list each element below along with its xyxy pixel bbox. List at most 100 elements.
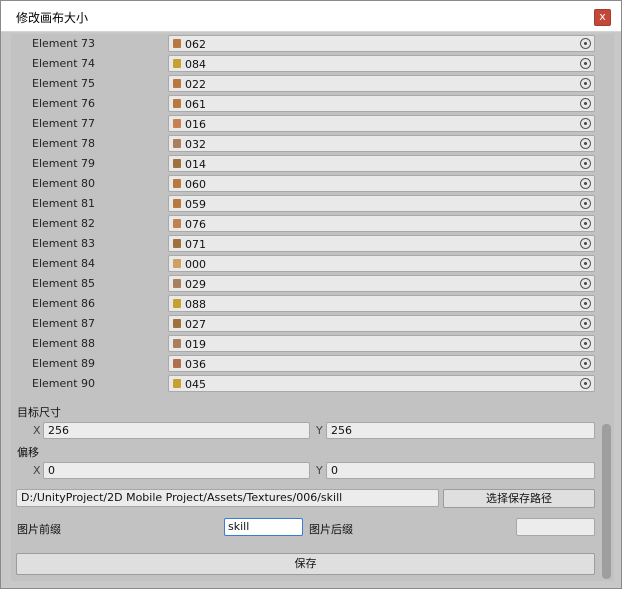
- element-value: 084: [185, 58, 206, 71]
- element-value: 032: [185, 138, 206, 151]
- element-label: Element 85: [32, 277, 96, 290]
- object-picker-icon[interactable]: [580, 98, 591, 109]
- element-value: 019: [185, 338, 206, 351]
- target-size-x-label: X: [33, 424, 41, 437]
- element-object-field[interactable]: 016: [168, 115, 595, 132]
- element-label: Element 89: [32, 357, 96, 370]
- element-row: Element 78 032: [11, 134, 601, 154]
- offset-x-field[interactable]: 0: [43, 462, 310, 479]
- element-row: Element 83 071: [11, 234, 601, 254]
- element-object-field[interactable]: 076: [168, 215, 595, 232]
- element-label: Element 82: [32, 217, 96, 230]
- object-picker-icon[interactable]: [580, 358, 591, 369]
- window-title: 修改画布大小: [16, 11, 89, 25]
- save-button[interactable]: 保存: [16, 553, 595, 575]
- element-row: Element 82 076: [11, 214, 601, 234]
- element-label: Element 78: [32, 137, 96, 150]
- target-size-x-field[interactable]: 256: [43, 422, 310, 439]
- element-value: 061: [185, 98, 206, 111]
- sprite-icon: [173, 239, 181, 248]
- element-object-field[interactable]: 036: [168, 355, 595, 372]
- element-object-field[interactable]: 045: [168, 375, 595, 392]
- element-row: Element 86 088: [11, 294, 601, 314]
- element-row: Element 77 016: [11, 114, 601, 134]
- save-path-field[interactable]: D:/UnityProject/2D Mobile Project/Assets…: [16, 489, 439, 507]
- object-picker-icon[interactable]: [580, 78, 591, 89]
- element-label: Element 86: [32, 297, 96, 310]
- element-label: Element 76: [32, 97, 96, 110]
- target-size-y-label: Y: [316, 424, 323, 437]
- object-picker-icon[interactable]: [580, 218, 591, 229]
- object-picker-icon[interactable]: [580, 138, 591, 149]
- element-object-field[interactable]: 060: [168, 175, 595, 192]
- element-row: Element 80 060: [11, 174, 601, 194]
- element-label: Element 73: [32, 37, 96, 50]
- element-label: Element 87: [32, 317, 96, 330]
- object-picker-icon[interactable]: [580, 118, 591, 129]
- element-object-field[interactable]: 027: [168, 315, 595, 332]
- close-button[interactable]: x: [594, 9, 611, 26]
- element-object-field[interactable]: 084: [168, 55, 595, 72]
- element-value: 059: [185, 198, 206, 211]
- element-label: Element 79: [32, 157, 96, 170]
- element-object-field[interactable]: 061: [168, 95, 595, 112]
- element-row: Element 87 027: [11, 314, 601, 334]
- element-value: 029: [185, 278, 206, 291]
- element-row: Element 76 061: [11, 94, 601, 114]
- sprite-icon: [173, 259, 181, 268]
- object-picker-icon[interactable]: [580, 58, 591, 69]
- element-label: Element 88: [32, 337, 96, 350]
- sprite-icon: [173, 59, 181, 68]
- object-picker-icon[interactable]: [580, 338, 591, 349]
- element-object-field[interactable]: 029: [168, 275, 595, 292]
- element-object-field[interactable]: 000: [168, 255, 595, 272]
- element-object-field[interactable]: 059: [168, 195, 595, 212]
- element-value: 076: [185, 218, 206, 231]
- element-object-field[interactable]: 014: [168, 155, 595, 172]
- sprite-icon: [173, 39, 181, 48]
- object-picker-icon[interactable]: [580, 178, 591, 189]
- object-picker-icon[interactable]: [580, 158, 591, 169]
- sprite-icon: [173, 139, 181, 148]
- object-picker-icon[interactable]: [580, 38, 591, 49]
- element-row: Element 84 000: [11, 254, 601, 274]
- element-value: 062: [185, 38, 206, 51]
- element-value: 088: [185, 298, 206, 311]
- object-picker-icon[interactable]: [580, 298, 591, 309]
- scrollbar-thumb[interactable]: [602, 424, 611, 579]
- object-picker-icon[interactable]: [580, 378, 591, 389]
- offset-y-field[interactable]: 0: [326, 462, 595, 479]
- suffix-label: 图片后缀: [309, 523, 353, 536]
- suffix-input[interactable]: [516, 518, 595, 536]
- element-object-field[interactable]: 022: [168, 75, 595, 92]
- object-picker-icon[interactable]: [580, 238, 591, 249]
- element-row: Element 89 036: [11, 354, 601, 374]
- element-object-field[interactable]: 062: [168, 35, 595, 52]
- offset-x-label: X: [33, 464, 41, 477]
- prefix-input[interactable]: skill: [224, 518, 303, 536]
- element-row: Element 81 059: [11, 194, 601, 214]
- canvas-resize-dialog: 修改画布大小 x Element 73 062 Element 74 084 Eleme…: [0, 0, 622, 589]
- element-label: Element 84: [32, 257, 96, 270]
- select-save-path-button[interactable]: 选择保存路径: [443, 489, 595, 508]
- target-size-label: 目标尺寸: [17, 406, 61, 419]
- element-value: 027: [185, 318, 206, 331]
- element-value: 014: [185, 158, 206, 171]
- element-value: 045: [185, 378, 206, 391]
- object-picker-icon[interactable]: [580, 318, 591, 329]
- element-object-field[interactable]: 071: [168, 235, 595, 252]
- element-object-field[interactable]: 019: [168, 335, 595, 352]
- sprite-icon: [173, 199, 181, 208]
- object-picker-icon[interactable]: [580, 278, 591, 289]
- object-picker-icon[interactable]: [580, 198, 591, 209]
- element-label: Element 77: [32, 117, 96, 130]
- element-label: Element 83: [32, 237, 96, 250]
- object-picker-icon[interactable]: [580, 258, 591, 269]
- element-value: 060: [185, 178, 206, 191]
- element-row: Element 75 022: [11, 74, 601, 94]
- element-object-field[interactable]: 088: [168, 295, 595, 312]
- element-object-field[interactable]: 032: [168, 135, 595, 152]
- target-size-y-field[interactable]: 256: [326, 422, 595, 439]
- element-label: Element 75: [32, 77, 96, 90]
- sprite-icon: [173, 379, 181, 388]
